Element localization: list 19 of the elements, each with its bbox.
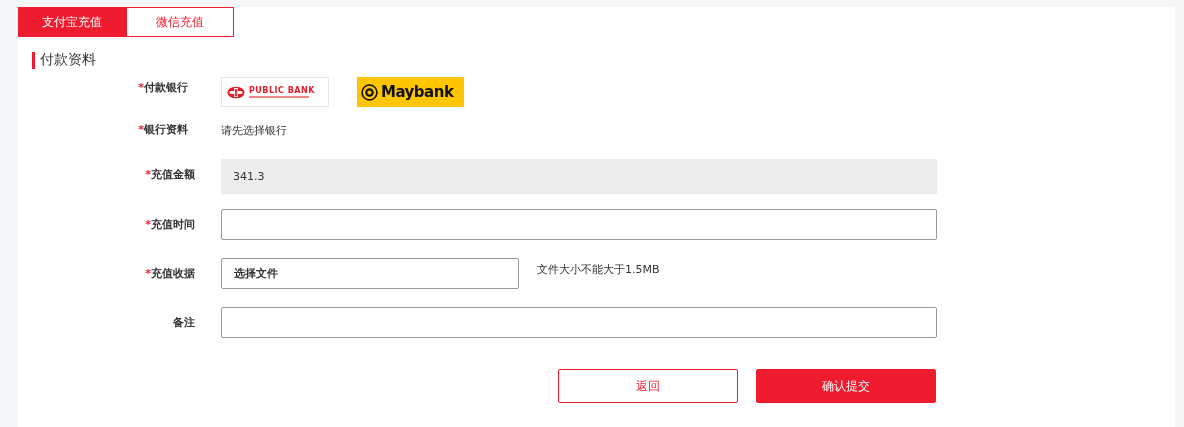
file-size-hint: 文件大小不能大于1.5MB <box>537 262 660 277</box>
field-label: 备注 <box>172 315 195 330</box>
field-label: *充值收据 <box>144 266 195 281</box>
submit-button[interactable]: 确认提交 <box>756 369 936 403</box>
field-label: *付款银行 <box>137 80 188 95</box>
input-field[interactable] <box>221 209 937 240</box>
file-button[interactable]: 选择文件 <box>221 258 519 289</box>
field-label: *充值金额 <box>144 167 195 182</box>
amount-field: 341.3 <box>221 159 937 194</box>
back-button[interactable]: 返回 <box>558 369 738 403</box>
field-label: *银行资料 <box>137 122 188 137</box>
tab[interactable]: 支付宝充值 <box>18 7 126 37</box>
bank-logo[interactable]: PUBLIC BANK <box>221 77 329 107</box>
field-label: *充值时间 <box>144 217 195 232</box>
section-title: 付款资料 <box>40 51 96 69</box>
input-field[interactable] <box>221 307 937 338</box>
tab[interactable]: 微信充值 <box>126 7 234 37</box>
bank-logo[interactable]: Maybank <box>357 77 464 107</box>
bank-info-text: 请先选择银行 <box>221 123 287 138</box>
